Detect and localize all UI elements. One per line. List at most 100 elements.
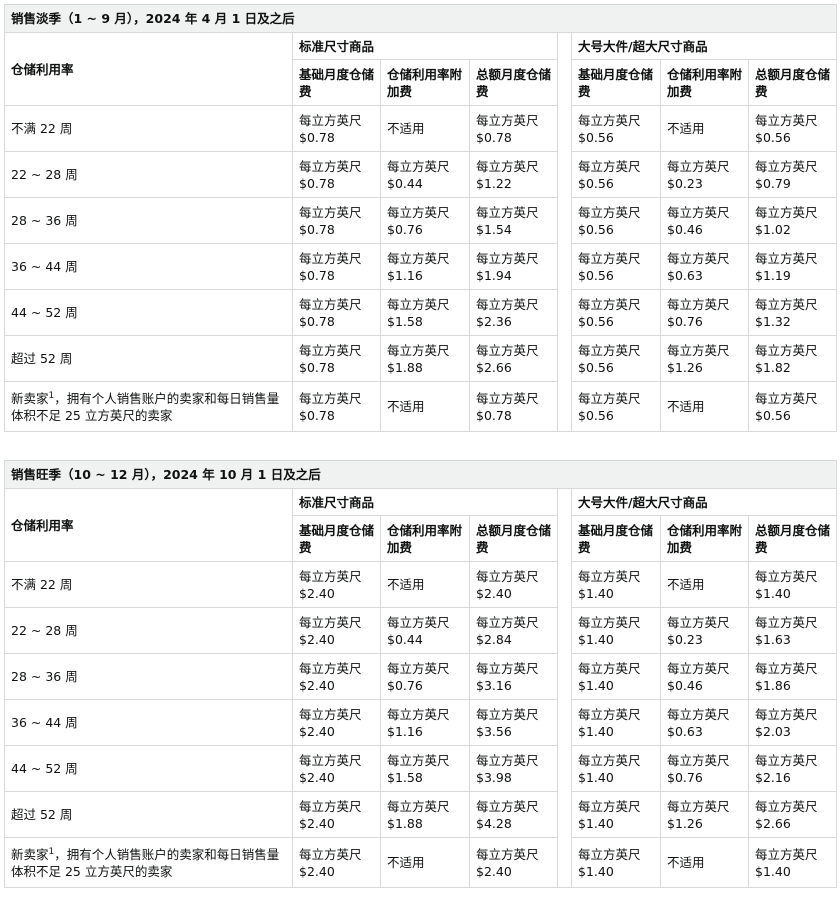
sub-header-large-surcharge: 仓储利用率附加费 xyxy=(661,60,749,106)
fee-value-line: 每立方英尺 xyxy=(755,296,818,312)
fee-value-line: 每立方英尺 xyxy=(755,752,818,768)
fee-grid: 仓储利用率 标准尺寸商品 大号大件/超大尺寸商品 基础月度仓储费 仓储利用率附加费 总额月… xyxy=(4,32,837,432)
fee-value-line: 每立方英尺 xyxy=(476,250,539,266)
fee-cell-l-base: 每立方英尺 $0.56 xyxy=(572,336,661,382)
fee-value-line: 不适用 xyxy=(387,121,425,136)
fee-cell-l-tot: 每立方英尺 $1.40 xyxy=(749,838,837,888)
fee-value-line: 不适用 xyxy=(387,577,425,592)
fee-cell-s-base: 每立方英尺 $2.40 xyxy=(293,654,381,700)
fee-cell-l-sur: 每立方英尺 $0.23 xyxy=(661,608,749,654)
row-label-text: 28 ~ 36 周 xyxy=(11,213,78,228)
row-label-text: 新卖家 xyxy=(11,846,49,862)
fee-value-line: 每立方英尺 xyxy=(578,660,641,676)
fee-cell-l-sur: 不适用 xyxy=(661,562,749,608)
off-peak-fee-table: 销售淡季（1 ~ 9 月），2024 年 4 月 1 日及之后 仓储利用率 标准尺… xyxy=(4,4,837,432)
fee-value-line: 每立方英尺 xyxy=(667,614,730,630)
fee-value-line: 每立方英尺 xyxy=(299,296,362,312)
fee-cell-s-sur: 每立方英尺 $0.76 xyxy=(381,654,470,700)
fee-value-line: $0.76 xyxy=(667,313,703,329)
fee-value-line: $0.46 xyxy=(667,677,703,693)
fee-cell-s-tot: 每立方英尺 $2.36 xyxy=(470,290,558,336)
fee-cell-l-tot: 每立方英尺 $1.82 xyxy=(749,336,837,382)
sub-header-standard-total: 总额月度仓储费 xyxy=(470,516,558,562)
group-header-large: 大号大件/超大尺寸商品 xyxy=(572,32,837,60)
fee-cell-l-tot: 每立方英尺 $1.86 xyxy=(749,654,837,700)
table-title: 销售淡季（1 ~ 9 月），2024 年 4 月 1 日及之后 xyxy=(4,4,837,32)
fee-value-line: $0.56 xyxy=(578,129,614,145)
fee-cell-l-sur: 每立方英尺 $0.76 xyxy=(661,746,749,792)
row-label: 28 ~ 36 周 xyxy=(4,198,293,244)
fee-value-line: 每立方英尺 xyxy=(299,112,362,128)
fee-cell-l-base: 每立方英尺 $1.40 xyxy=(572,838,661,888)
fee-value-line: 每立方英尺 xyxy=(667,204,730,220)
row-label: 28 ~ 36 周 xyxy=(4,654,293,700)
group-standard-label: 标准尺寸商品 xyxy=(299,494,375,510)
fee-cell-l-base: 每立方英尺 $1.40 xyxy=(572,562,661,608)
row-label-text: 44 ~ 52 周 xyxy=(11,761,78,776)
fee-value-line: 每立方英尺 xyxy=(667,342,730,358)
fee-value-line: $0.78 xyxy=(476,407,512,423)
fee-value-line: 每立方英尺 xyxy=(299,158,362,174)
fee-value-line: 每立方英尺 xyxy=(578,568,641,584)
fee-value-line: 每立方英尺 xyxy=(578,112,641,128)
fee-cell-l-sur: 不适用 xyxy=(661,382,749,432)
fee-value-line: $1.82 xyxy=(755,359,791,375)
fee-cell-s-sur: 不适用 xyxy=(381,838,470,888)
row-label-text: 22 ~ 28 周 xyxy=(11,167,78,182)
fee-value-line: $0.78 xyxy=(299,221,335,237)
row-label: 超过 52 周 xyxy=(4,336,293,382)
peak-fee-table: 销售旺季（10 ~ 12 月），2024 年 10 月 1 日及之后 仓储利用率… xyxy=(4,460,837,888)
fee-cell-s-sur: 每立方英尺 $1.88 xyxy=(381,336,470,382)
fee-value-line: 每立方英尺 xyxy=(299,204,362,220)
fee-value-line: $0.23 xyxy=(667,175,703,191)
fee-value-line: 每立方英尺 xyxy=(299,250,362,266)
fee-cell-l-sur: 不适用 xyxy=(661,106,749,152)
fee-value-line: $1.22 xyxy=(476,175,512,191)
group-standard-label: 标准尺寸商品 xyxy=(299,38,375,54)
fee-value-line: 每立方英尺 xyxy=(476,706,539,722)
fee-cell-s-base: 每立方英尺 $2.40 xyxy=(293,608,381,654)
fee-value-line: 每立方英尺 xyxy=(476,846,539,862)
fee-value-line: 每立方英尺 xyxy=(387,798,450,814)
sub-header-large-total: 总额月度仓储费 xyxy=(749,516,837,562)
fee-cell-s-tot: 每立方英尺 $3.16 xyxy=(470,654,558,700)
fee-value-line: $1.26 xyxy=(667,815,703,831)
fee-value-line: $1.16 xyxy=(387,723,423,739)
group-header-large: 大号大件/超大尺寸商品 xyxy=(572,488,837,516)
column-gap xyxy=(558,488,572,888)
fee-value-line: $1.63 xyxy=(755,631,791,647)
row-label-text: 36 ~ 44 周 xyxy=(11,715,78,730)
row-label: 22 ~ 28 周 xyxy=(4,608,293,654)
fee-value-line: $1.40 xyxy=(578,723,614,739)
fee-value-line: 每立方英尺 xyxy=(755,250,818,266)
fee-value-line: $0.56 xyxy=(578,407,614,423)
fee-value-line: 不适用 xyxy=(667,855,705,870)
fee-value-line: $0.56 xyxy=(755,129,791,145)
fee-cell-l-base: 每立方英尺 $0.56 xyxy=(572,290,661,336)
fee-value-line: $1.40 xyxy=(578,769,614,785)
fee-value-line: 每立方英尺 xyxy=(299,568,362,584)
fee-value-line: $2.36 xyxy=(476,313,512,329)
fee-value-line: $0.76 xyxy=(387,677,423,693)
fee-cell-s-base: 每立方英尺 $0.78 xyxy=(293,106,381,152)
group-large-label: 大号大件/超大尺寸商品 xyxy=(578,494,708,510)
fee-value-line: 每立方英尺 xyxy=(578,296,641,312)
fee-cell-s-sur: 每立方英尺 $1.16 xyxy=(381,244,470,290)
row-label-text: 超过 52 周 xyxy=(11,351,73,366)
fee-cell-l-base: 每立方英尺 $1.40 xyxy=(572,792,661,838)
fee-value-line: $3.98 xyxy=(476,769,512,785)
fee-value-line: 每立方英尺 xyxy=(387,342,450,358)
row-label: 44 ~ 52 周 xyxy=(4,746,293,792)
fee-value-line: 每立方英尺 xyxy=(755,204,818,220)
fee-value-line: $2.40 xyxy=(299,723,335,739)
row-label-text: 22 ~ 28 周 xyxy=(11,623,78,638)
fee-value-line: 每立方英尺 xyxy=(667,158,730,174)
group-header-standard: 标准尺寸商品 xyxy=(293,32,558,60)
sub-header-label: 基础月度仓储费 xyxy=(299,522,375,555)
fee-value-line: $0.78 xyxy=(299,267,335,283)
fee-cell-l-tot: 每立方英尺 $1.02 xyxy=(749,198,837,244)
fee-cell-l-base: 每立方英尺 $1.40 xyxy=(572,700,661,746)
fee-value-line: 每立方英尺 xyxy=(476,798,539,814)
fee-cell-l-sur: 每立方英尺 $0.63 xyxy=(661,244,749,290)
row-label: 新卖家1，拥有个人销售账户的卖家和每日销售量体积不足 25 立方英尺的卖家 xyxy=(4,382,293,432)
